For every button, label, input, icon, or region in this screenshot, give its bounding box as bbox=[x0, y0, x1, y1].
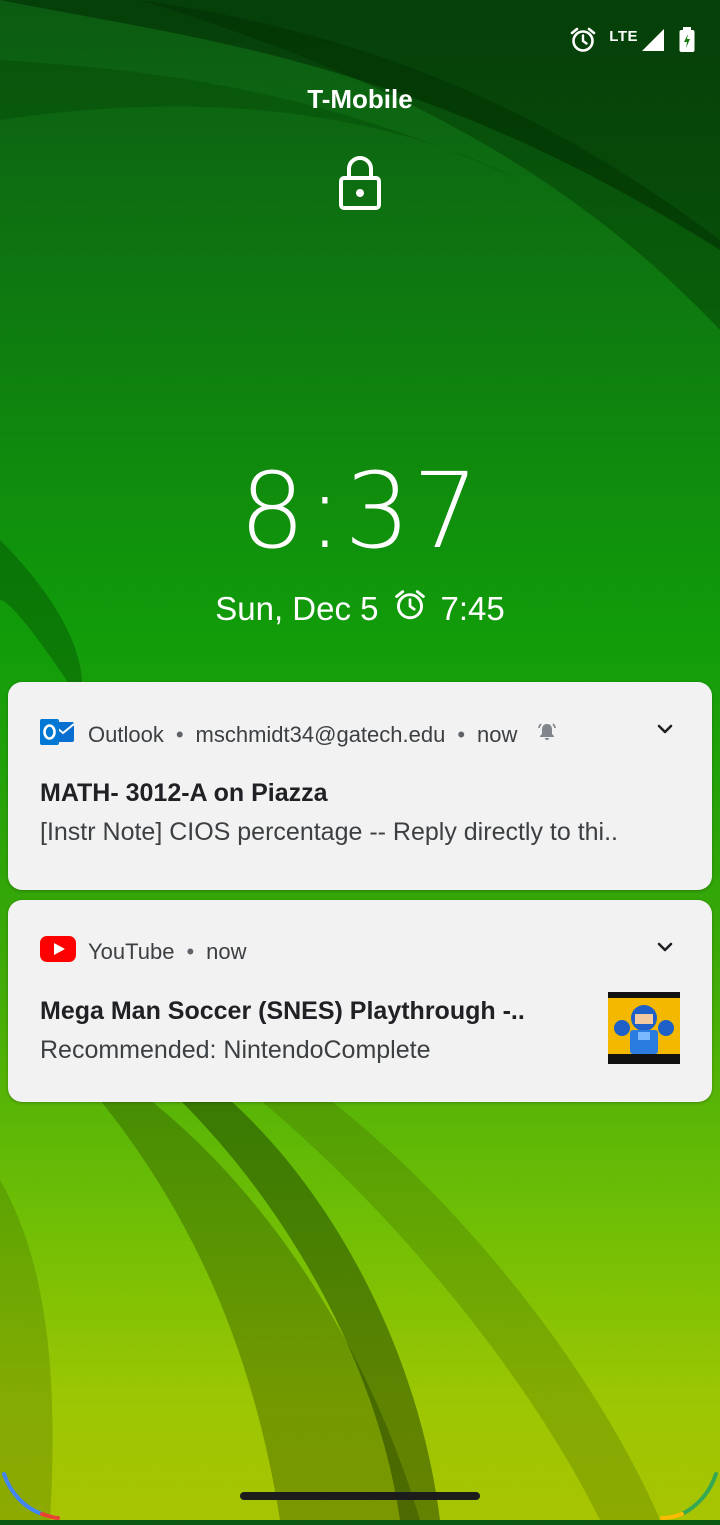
network-type: LTE bbox=[609, 27, 638, 45]
date-label: Sun, Dec 5 bbox=[215, 590, 379, 627]
chevron-down-icon[interactable] bbox=[656, 722, 674, 740]
app-name: Outlook bbox=[88, 722, 164, 747]
account-email: mschmidt34@gatech.edu bbox=[195, 722, 446, 747]
bell-icon bbox=[537, 722, 557, 748]
separator: • bbox=[186, 939, 195, 964]
alarm-icon bbox=[569, 26, 597, 54]
battery-icon bbox=[678, 26, 696, 54]
video-thumbnail bbox=[608, 992, 680, 1064]
notification-outlook[interactable]: Outlook • mschmidt34@gatech.edu • now MA… bbox=[8, 682, 712, 890]
assistant-corner-right bbox=[660, 1440, 720, 1525]
lock-icon[interactable] bbox=[337, 154, 383, 217]
notification-title: Mega Man Soccer (SNES) Playthrough -.. bbox=[40, 997, 525, 1025]
chevron-down-icon[interactable] bbox=[656, 940, 674, 958]
next-alarm-time: 7:45 bbox=[440, 590, 505, 627]
notification-body: Recommended: NintendoComplete bbox=[40, 1036, 431, 1064]
notification-header: YouTube • now bbox=[40, 936, 247, 968]
signal-icon bbox=[640, 27, 666, 53]
notification-header: Outlook • mschmidt34@gatech.edu • now bbox=[40, 718, 557, 752]
notification-youtube[interactable]: YouTube • now Mega Man Soccer (SNES) Pla… bbox=[8, 900, 712, 1102]
lockscreen-clock: 8:37 bbox=[239, 450, 481, 572]
outlook-icon bbox=[40, 718, 76, 752]
app-name: YouTube bbox=[88, 939, 175, 964]
carrier-label: T-Mobile bbox=[307, 84, 413, 114]
notification-time: now bbox=[206, 939, 247, 964]
notification-time: now bbox=[477, 722, 518, 747]
home-gesture-handle[interactable] bbox=[240, 1492, 480, 1500]
separator: • bbox=[457, 722, 466, 747]
date-alarm-row: Sun, Dec 5 7:45 bbox=[0, 588, 720, 630]
alarm-icon bbox=[393, 588, 427, 630]
assistant-corner-left bbox=[0, 1440, 60, 1525]
separator: • bbox=[175, 722, 184, 747]
status-bar: LTE bbox=[569, 24, 696, 56]
notification-title: MATH- 3012-A on Piazza bbox=[40, 779, 328, 807]
notification-body: [Instr Note] CIOS percentage -- Reply di… bbox=[40, 818, 619, 846]
youtube-icon bbox=[40, 936, 76, 968]
